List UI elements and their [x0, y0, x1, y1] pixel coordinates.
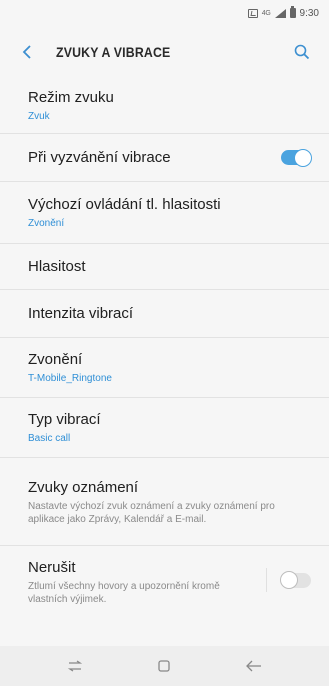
item-subtitle: Zvuk: [28, 111, 50, 122]
item-title: Výchozí ovládání tl. hlasitosti: [28, 196, 221, 213]
toggle-knob: [280, 571, 298, 589]
back-button[interactable]: [22, 42, 42, 62]
app-bar: ZVUKY A VIBRACE: [0, 26, 329, 78]
list-item-sound-mode[interactable]: Režim zvuku Zvuk: [0, 78, 329, 134]
list-item-volume-key-default[interactable]: Výchozí ovládání tl. hlasitosti Zvonění: [0, 182, 329, 244]
network-type: 4G: [261, 9, 271, 17]
list-item-ringtone[interactable]: Zvonění T-Mobile_Ringtone: [0, 338, 329, 398]
battery-icon: [289, 6, 296, 18]
page-title: ZVUKY A VIBRACE: [56, 44, 171, 60]
item-title: Typ vibrací: [28, 411, 101, 428]
item-subtitle: Zvonění: [28, 218, 65, 229]
divider: [266, 568, 267, 592]
item-title: Intenzita vibrací: [28, 305, 134, 322]
item-description: Ztlumí všechny hovory a upozornění kromě…: [28, 581, 220, 605]
search-button[interactable]: [291, 41, 313, 63]
navigation-bar: [0, 646, 329, 686]
list-item-vibrate-while-ringing[interactable]: Při vyzvánění vibrace: [0, 134, 329, 182]
chevron-left-icon: [22, 45, 31, 59]
recents-button[interactable]: [55, 651, 95, 681]
item-title: Při vyzvánění vibrace: [28, 149, 171, 166]
list-item-notification-sounds[interactable]: Zvuky oznámení Nastavte výchozí zvuk ozn…: [0, 458, 329, 546]
status-bar: 4G 9:30: [0, 0, 329, 26]
home-button[interactable]: [144, 651, 184, 681]
dnd-toggle[interactable]: [280, 571, 311, 589]
settings-list: Režim zvuku Zvuk Při vyzvánění vibrace V…: [0, 78, 329, 616]
item-title: Hlasitost: [28, 258, 86, 275]
clock: 9:30: [299, 7, 319, 19]
toggle-knob: [294, 148, 312, 167]
item-title: Zvonění: [28, 351, 83, 368]
list-item-vibration-pattern[interactable]: Typ vibrací Basic call: [0, 398, 329, 458]
item-subtitle: Basic call: [28, 433, 71, 444]
home-icon: [158, 660, 171, 672]
list-item-vibration-intensity[interactable]: Intenzita vibrací: [0, 290, 329, 338]
list-item-volume[interactable]: Hlasitost: [0, 244, 329, 290]
back-arrow-icon: [246, 660, 262, 672]
item-subtitle: T-Mobile_Ringtone: [28, 373, 112, 384]
vibrate-toggle[interactable]: [281, 148, 312, 167]
signal-icon: [274, 8, 286, 18]
screen: 4G 9:30 ZVUKY A VIBRACE Režim zvuku Zvuk: [0, 0, 329, 686]
item-description: Nastavte výchozí zvuk oznámení a zvuky o…: [28, 500, 275, 525]
nav-back-button[interactable]: [234, 651, 274, 681]
item-title: Nerušit: [28, 559, 76, 576]
item-title: Zvuky oznámení: [28, 478, 139, 496]
item-title: Režim zvuku: [28, 89, 114, 106]
recents-icon: [67, 660, 82, 672]
nfc-icon: [247, 8, 258, 18]
list-item-do-not-disturb[interactable]: Nerušit Ztlumí všechny hovory a upozorně…: [0, 546, 329, 616]
search-icon: [294, 44, 310, 60]
